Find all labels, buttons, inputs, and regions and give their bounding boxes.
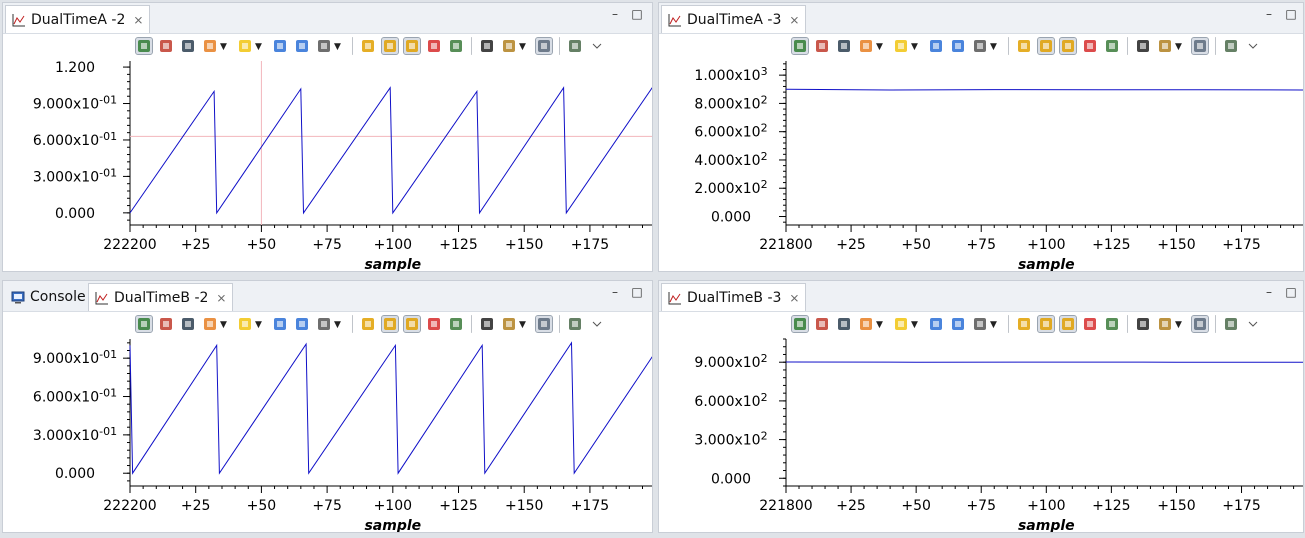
x-tick-label: +150 [505, 498, 543, 514]
x-tick-label: +25 [181, 237, 211, 253]
x-tick-label: +175 [1222, 237, 1260, 253]
x-tick-label: +25 [836, 498, 866, 514]
y-tick-label: 1.200 [55, 60, 95, 76]
x-tick-label: +50 [901, 237, 931, 253]
x-tick-label: +75 [312, 498, 342, 514]
chart-dualtimeb-2: 9.000x10-01 6.000x10-01 3.000x10-01 0.000 22… [33, 339, 652, 533]
y-tick-label: 9.000x102 [694, 352, 767, 371]
x-tick-label: +150 [1157, 498, 1195, 514]
x-tick-label: +50 [247, 498, 277, 514]
y-tick-label: 4.000x102 [694, 150, 767, 169]
x-tick-label: +125 [439, 498, 477, 514]
y-tick-label: 0.000 [55, 206, 95, 222]
panel-dualtimeb-3: DualTimeB -3 ⨯ – □ ▼ ▼ ▼ ▼ 9.000x102 6.000x1… [658, 280, 1304, 533]
x-tick-label: +150 [1157, 237, 1195, 253]
x-tick-label: +75 [312, 237, 342, 253]
chart-dualtimeb-3: 9.000x102 6.000x102 3.000x102 0.000 221800 +2… [694, 338, 1303, 533]
x-tick-label: +25 [181, 498, 211, 514]
y-tick-label: 3.000x102 [694, 430, 767, 449]
chart-dualtimea-2: 1.200 9.000x10-01 6.000x10-01 3.000x10-01 0.… [33, 60, 652, 272]
panel-dualtimea-2: DualTimeA -2 ⨯ – □ ▼ ▼ ▼ ▼ 1.200 9.000x10-01… [2, 2, 653, 272]
x-tick-label: +75 [966, 498, 996, 514]
y-tick-label: 6.000x102 [694, 391, 767, 410]
panel-dualtimeb-2: Console DualTimeB -2 ⨯ – □ ▼ ▼ ▼ ▼ 9.000x10… [2, 280, 653, 533]
x-tick-label: +125 [439, 237, 477, 253]
y-tick-label: 2.000x102 [694, 178, 767, 197]
x-tick-label: +100 [374, 498, 412, 514]
y-tick-label: 8.000x102 [694, 93, 767, 112]
x-tick-label: 221800 [759, 237, 812, 253]
y-tick-label: 9.000x10-01 [33, 94, 117, 113]
x-tick-label: +175 [571, 498, 609, 514]
series-line [785, 88, 1303, 91]
x-tick-label: +100 [1027, 237, 1065, 253]
x-tick-label: +125 [1092, 498, 1130, 514]
x-tick-label: 222200 [103, 237, 156, 253]
y-tick-label: 0.000 [711, 210, 751, 226]
y-tick-label: 3.000x10-01 [33, 166, 117, 185]
x-tick-label: 221800 [759, 498, 812, 514]
x-axis-title: sample [1018, 257, 1075, 272]
x-tick-label: +50 [901, 498, 931, 514]
y-tick-label: 3.000x10-01 [33, 425, 117, 444]
series-line [129, 341, 652, 475]
series-line [129, 86, 652, 215]
x-tick-label: +50 [247, 237, 277, 253]
y-tick-label: 0.000 [711, 471, 751, 487]
y-tick-label: 9.000x10-01 [33, 348, 117, 367]
x-tick-label: +175 [1222, 498, 1260, 514]
x-tick-label: 222200 [103, 498, 156, 514]
chart-dualtimea-3: 1.000x103 8.000x102 6.000x102 4.000x102 2.00… [694, 61, 1303, 272]
panel-dualtimea-3: DualTimeA -3 ⨯ – □ ▼ ▼ ▼ ▼ 1.000x103 8.000x1… [658, 2, 1304, 272]
x-tick-label: +175 [571, 237, 609, 253]
y-tick-label: 6.000x102 [694, 122, 767, 141]
x-tick-label: +75 [966, 237, 996, 253]
x-axis-title: sample [364, 518, 421, 533]
y-tick-label: 6.000x10-01 [33, 130, 117, 149]
x-tick-label: +25 [836, 237, 866, 253]
x-axis-title: sample [1018, 518, 1075, 533]
y-tick-label: 6.000x10-01 [33, 387, 117, 406]
x-tick-label: +100 [1027, 498, 1065, 514]
x-tick-label: +100 [374, 237, 412, 253]
y-tick-label: 0.000 [55, 466, 95, 482]
y-tick-label: 1.000x103 [694, 65, 767, 84]
x-tick-label: +150 [505, 237, 543, 253]
x-tick-label: +125 [1092, 237, 1130, 253]
x-axis-title: sample [364, 257, 421, 272]
